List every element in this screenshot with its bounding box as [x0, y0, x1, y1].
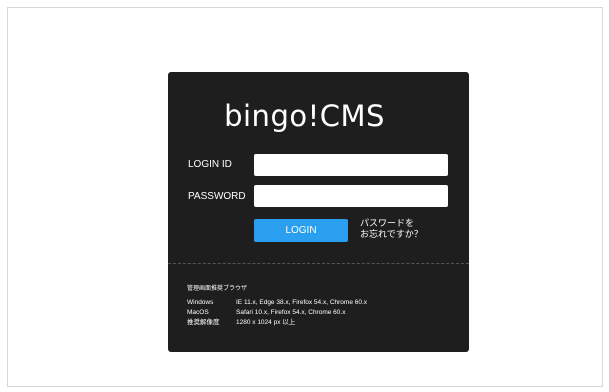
login-id-input[interactable] [254, 154, 448, 176]
spec-row-resolution: 推奨解像度 1280 x 1024 px 以上 [187, 319, 295, 327]
divider [168, 263, 469, 264]
spec-key: 推奨解像度 [187, 319, 220, 326]
spec-key: MacOS [187, 309, 209, 316]
spec-value: IE 11.x, Edge 38.x, Firefox 54.x, Chrome… [236, 299, 368, 306]
spec-value: Safari 10.x, Firefox 54.x, Chrome 60.x [236, 309, 346, 316]
forgot-line-2: お忘れですか？ [360, 230, 423, 240]
spec-value: 1280 x 1024 px 以上 [236, 319, 296, 326]
browser-requirements-title: 管理画面推奨ブラウザ [187, 285, 248, 292]
forgot-password-link[interactable]: パスワードを お忘れですか？ [360, 219, 423, 241]
password-label: PASSWORD [188, 191, 246, 202]
app-logo: bingo!CMS [224, 99, 385, 133]
spec-key: Windows [187, 299, 214, 306]
login-button[interactable]: LOGIN [254, 219, 348, 242]
login-id-label: LOGIN ID [188, 159, 232, 170]
spec-row-windows: Windows IE 11.x, Edge 38.x, Firefox 54.x,… [187, 299, 367, 307]
spec-row-macos: MacOS Safari 10.x, Firefox 54.x, Chrome 6… [187, 309, 345, 317]
forgot-line-1: パスワードを [360, 219, 415, 229]
password-input[interactable] [254, 185, 448, 207]
